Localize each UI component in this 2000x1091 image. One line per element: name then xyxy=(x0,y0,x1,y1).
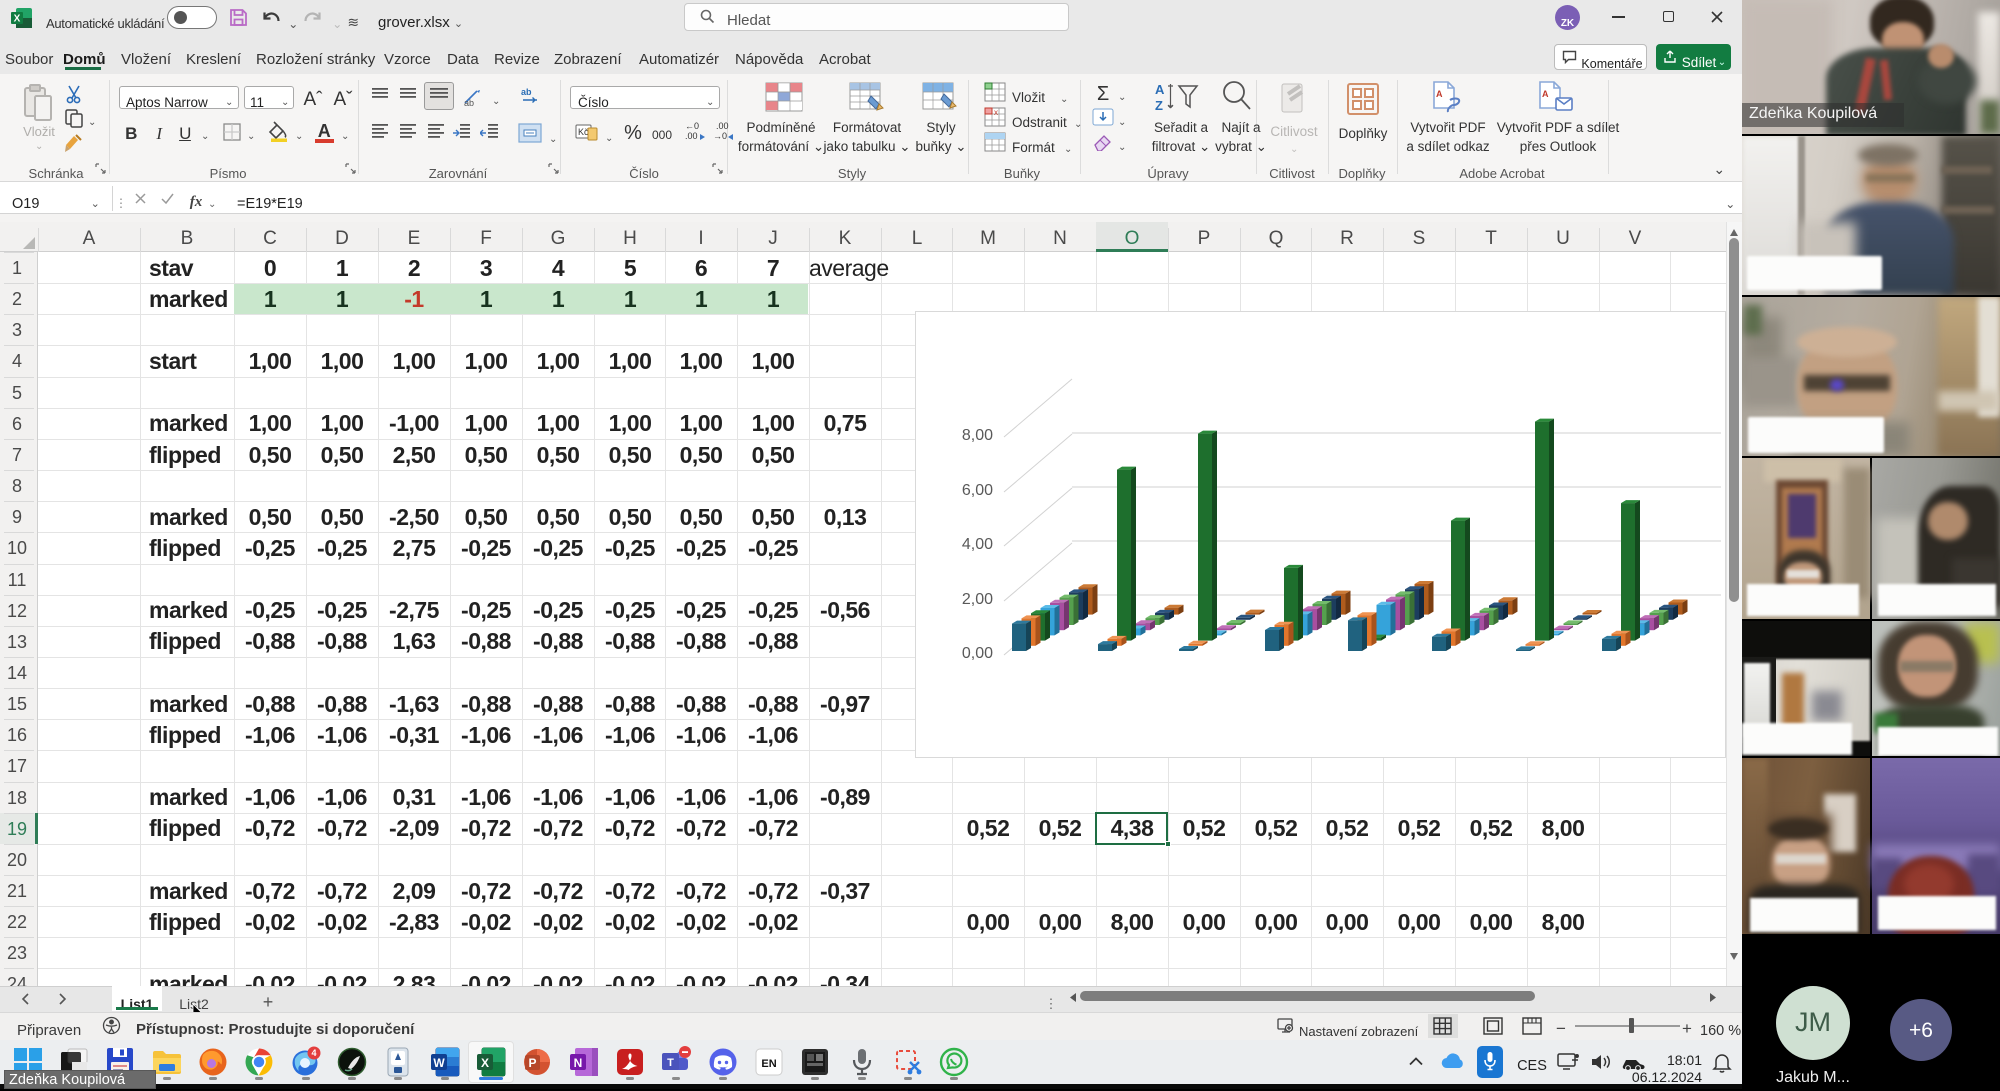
svg-text:4: 4 xyxy=(311,1048,316,1058)
svg-text:N: N xyxy=(574,1056,583,1070)
svg-text:←0: ←0 xyxy=(685,121,699,131)
svg-text:Kč: Kč xyxy=(578,127,589,137)
svg-text:.00: .00 xyxy=(685,131,698,141)
svg-text:4,00: 4,00 xyxy=(962,536,993,553)
svg-text:P: P xyxy=(528,1056,536,1070)
svg-text:0,00: 0,00 xyxy=(962,645,993,662)
svg-text:2,00: 2,00 xyxy=(962,591,993,608)
svg-text:6,00: 6,00 xyxy=(962,482,993,499)
svg-text:EN: EN xyxy=(761,1058,776,1070)
svg-text:ab: ab xyxy=(464,98,474,107)
svg-text:W: W xyxy=(433,1056,445,1070)
svg-text:Z: Z xyxy=(1155,98,1163,113)
svg-text:A: A xyxy=(1155,82,1165,97)
svg-text:A: A xyxy=(1436,89,1443,99)
svg-text:x: x xyxy=(994,108,998,117)
svg-text:A: A xyxy=(1542,89,1549,99)
svg-text:X: X xyxy=(481,1056,489,1070)
svg-text:T: T xyxy=(667,1057,674,1069)
svg-text:X: X xyxy=(14,14,21,25)
svg-text:ab: ab xyxy=(521,87,532,97)
svg-text:8,00: 8,00 xyxy=(962,427,993,444)
